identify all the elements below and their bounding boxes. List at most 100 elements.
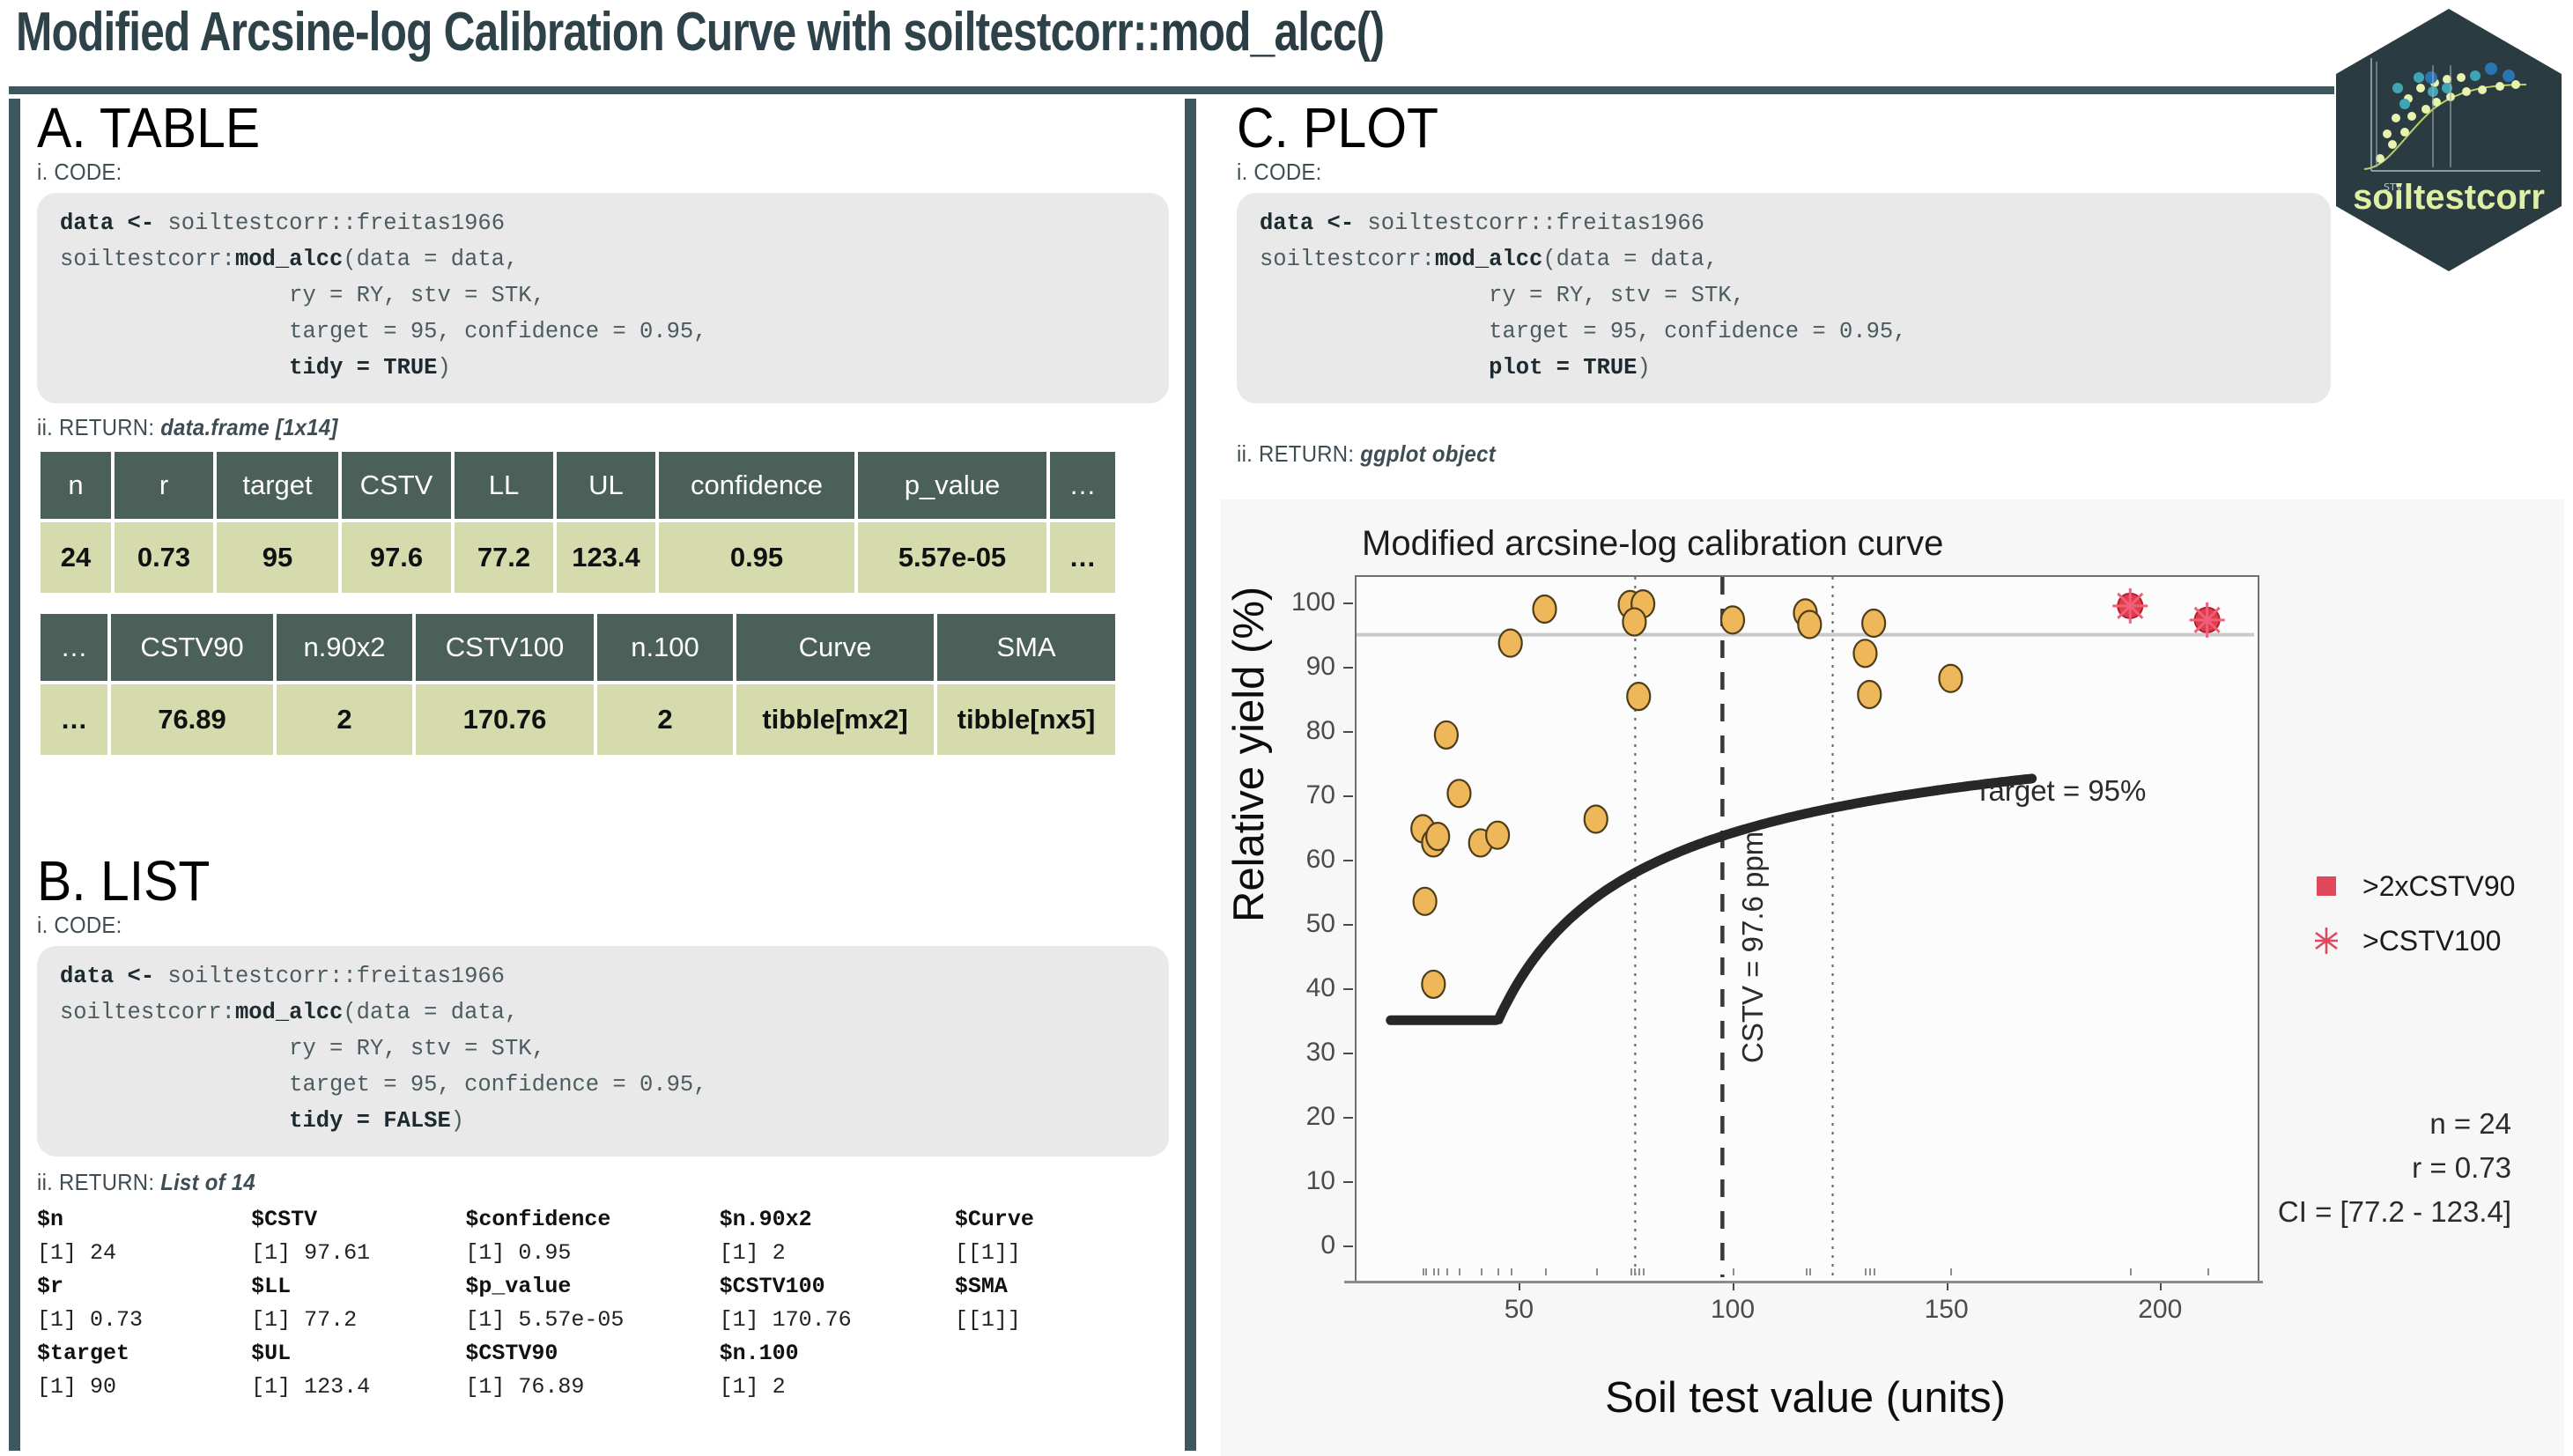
scatter-point (1497, 628, 1523, 658)
scatter-point (1622, 607, 1647, 637)
y-tick-mark (1343, 923, 1353, 926)
asterisk-marker-icon (2315, 928, 2338, 954)
page-title-prefix: Modified Arcsine-log Calibration Curve w… (16, 2, 1161, 63)
table-col-confidence: confidence (659, 452, 854, 519)
table-col-ellipsis2: … (41, 614, 107, 681)
list-column: $confidence [1] 0.95 $p_value [1] 5.57e-… (465, 1203, 719, 1404)
right-column-rule (1185, 99, 1196, 1451)
rug-mark (1643, 1268, 1645, 1275)
table-col-curve: Curve (736, 614, 934, 681)
plot-canvas (1357, 577, 2254, 1277)
scatter-point (1626, 682, 1652, 712)
table-cell-ll: 77.2 (455, 522, 553, 593)
list-value: [1] 97.61 (251, 1240, 371, 1266)
list-key: $r (37, 1274, 64, 1299)
list-key: $confidence (465, 1207, 611, 1232)
result-table-part2: … CSTV90 n.90x2 CSTV100 n.100 Curve SMA … (37, 610, 1119, 758)
table-cell-pvalue: 5.57e-05 (858, 522, 1046, 593)
y-tick-mark (1343, 859, 1353, 861)
list-key: $Curve (954, 1207, 1034, 1232)
x-axis-line (1344, 1281, 2263, 1283)
section-c-code: data <- soiltestcorr::freitas1966 soilte… (1260, 211, 1907, 381)
page-title: Modified Arcsine-log Calibration Curve w… (16, 2, 1385, 63)
y-tick-label: 30 (1305, 1037, 1335, 1067)
list-key: $CSTV90 (465, 1341, 558, 1366)
list-key: $p_value (465, 1274, 572, 1299)
section-b-code: data <- soiltestcorr::freitas1966 soilte… (60, 964, 707, 1134)
table-col-ellipsis: … (1050, 452, 1115, 519)
y-tick-label: 50 (1305, 908, 1335, 938)
list-value: [1] 170.76 (719, 1307, 852, 1333)
list-column: $n.90x2 [1] 2 $CSTV100 [1] 170.76 $n.100… (720, 1203, 955, 1404)
outlier-point (2189, 602, 2225, 638)
scatter-point (1532, 594, 1557, 625)
y-tick-mark (1343, 667, 1353, 669)
table-col-sma: SMA (937, 614, 1115, 681)
rug-mark (1805, 1268, 1808, 1275)
rug-mark (1497, 1268, 1500, 1275)
table-cell-ellipsis2: … (41, 684, 107, 755)
section-a-code-label: i. CODE: (37, 159, 122, 185)
y-tick-label: 20 (1305, 1101, 1335, 1131)
list-key: $CSTV (251, 1207, 318, 1232)
table-col-pvalue: p_value (858, 452, 1046, 519)
rug-mark (2207, 1268, 2209, 1275)
table-col-ll: LL (455, 452, 553, 519)
y-tick-label: 0 (1320, 1230, 1335, 1260)
scatter-point (1412, 886, 1438, 916)
list-key: $target (37, 1341, 130, 1366)
x-tick-label: 100 (1710, 1295, 1756, 1324)
table-col-target: target (217, 452, 338, 519)
rug-mark (1869, 1268, 1872, 1275)
rug-mark (1445, 1268, 1448, 1275)
y-tick-label: 80 (1305, 716, 1335, 746)
scatter-point (1425, 822, 1451, 852)
section-b-code-block: data <- soiltestcorr::freitas1966 soilte… (37, 946, 1169, 1157)
section-c-code-label: i. CODE: (1237, 159, 1322, 185)
y-tick-label: 40 (1305, 972, 1335, 1002)
plot-legend: >2xCSTV90 >CSTV100 (2313, 859, 2560, 968)
rug-mark (1630, 1268, 1632, 1275)
table-cell-ellipsis: … (1050, 522, 1115, 593)
section-b-return-value: List of 14 (160, 1169, 255, 1195)
y-tick-label: 10 (1305, 1165, 1335, 1195)
page-title-function: mod_alcc() (1160, 2, 1385, 63)
result-table-part1: n r target CSTV LL UL confidence p_value… (37, 448, 1119, 596)
list-column: $Curve [[1]] $SMA [[1]] (955, 1203, 1169, 1404)
table-cell-r: 0.73 (115, 522, 213, 593)
rug-mark (1595, 1268, 1598, 1275)
rug-mark (1733, 1268, 1734, 1275)
list-column: $CSTV [1] 97.61 $LL [1] 77.2 $UL [1] 123… (251, 1203, 465, 1404)
section-b-title: B. LIST (37, 849, 211, 913)
cstv-annotation: CSTV = 97.6 ppm (1736, 831, 1769, 1063)
scatter-point (1583, 804, 1608, 834)
list-value: [1] 77.2 (251, 1307, 358, 1333)
rug-mark (1638, 1268, 1641, 1275)
scatter-point (1433, 720, 1460, 750)
section-b-code-label: i. CODE: (37, 912, 122, 938)
table-col-cstv: CSTV (342, 452, 451, 519)
list-value: [1] 123.4 (251, 1374, 371, 1400)
table-cell-n: 24 (41, 522, 111, 593)
rug-mark (1544, 1268, 1547, 1275)
y-tick-label: 60 (1305, 844, 1335, 874)
list-key: $CSTV100 (719, 1274, 825, 1299)
table-cell-ul: 123.4 (557, 522, 655, 593)
y-tick-mark (1343, 1052, 1353, 1054)
table-header-row: … CSTV90 n.90x2 CSTV100 n.100 Curve SMA (41, 614, 1115, 681)
table-cell-target: 95 (217, 522, 338, 593)
section-a-return-label: ii. RETURN: data.frame [1x14] (37, 414, 338, 440)
list-key: $n (37, 1207, 64, 1232)
section-c-code-block: data <- soiltestcorr::freitas1966 soilte… (1237, 193, 2331, 403)
rug-mark (1634, 1268, 1637, 1275)
title-divider (9, 86, 2334, 94)
table-cell-sma: tibble[nx5] (937, 684, 1115, 755)
scatter-point (1485, 820, 1511, 850)
y-tick-mark (1343, 795, 1353, 797)
legend-label: >CSTV100 (2362, 924, 2502, 957)
table-cell-cstv100: 170.76 (416, 684, 594, 755)
table-row: … 76.89 2 170.76 2 tibble[mx2] tibble[nx… (41, 684, 1115, 755)
list-value: [1] 0.73 (37, 1307, 144, 1333)
legend-label: >2xCSTV90 (2362, 869, 2516, 902)
table-col-n90x2: n.90x2 (277, 614, 412, 681)
